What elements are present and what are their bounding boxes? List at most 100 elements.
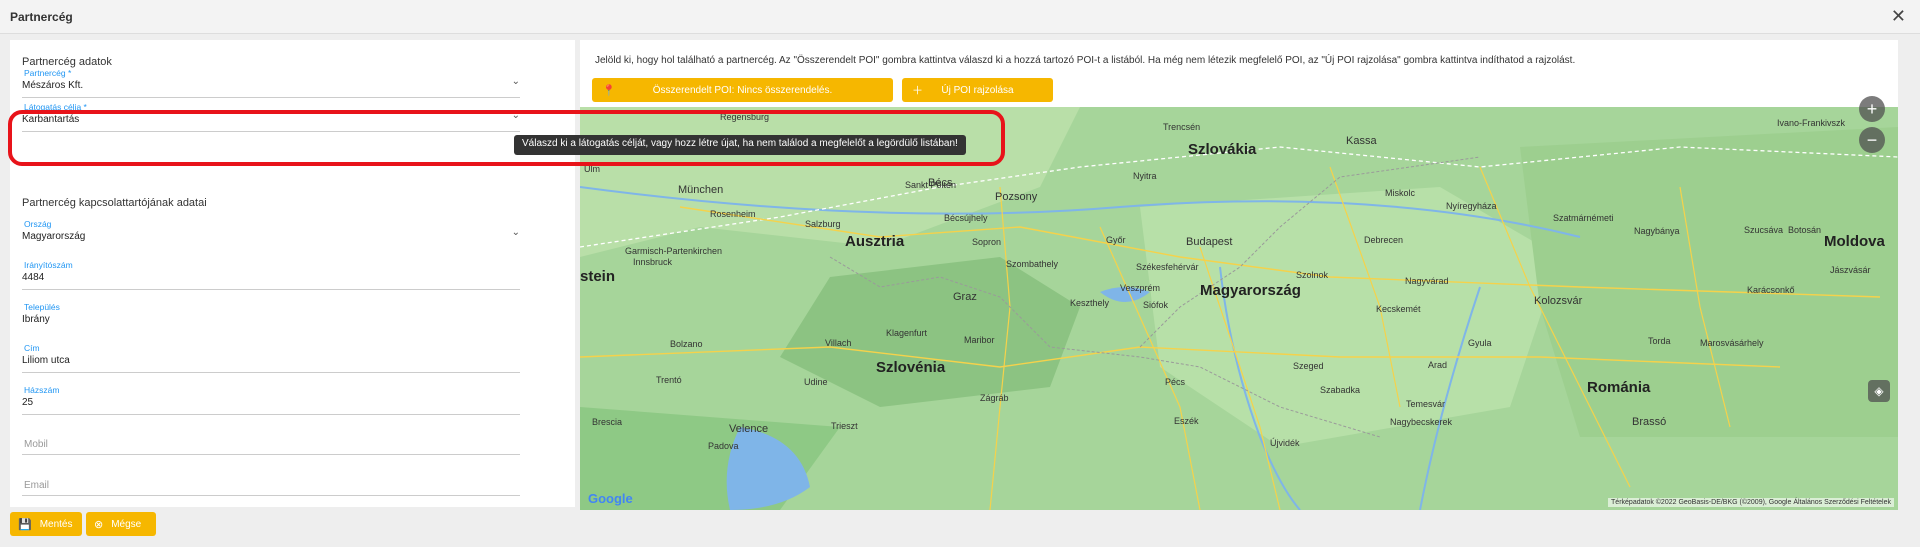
map-label-city: Botosán xyxy=(1788,225,1822,235)
google-logo: Google xyxy=(588,491,633,506)
window-title: Partnercég xyxy=(10,10,73,24)
map-label-city: Klagenfurt xyxy=(886,328,928,338)
partner-label: Partnercég * xyxy=(24,68,72,78)
map-label-city: Szeged xyxy=(1293,361,1324,371)
email-field[interactable]: Email xyxy=(22,466,520,496)
address-value: Liliom utca xyxy=(22,355,70,366)
visit-purpose-tooltip: Válaszd ki a látogatás célját, vagy hozz… xyxy=(514,135,966,155)
partner-value: Mészáros Kft. xyxy=(22,80,84,91)
map-label-city: Sankt Pölten xyxy=(905,180,957,190)
zip-label: Irányítószám xyxy=(24,260,73,270)
layers-icon[interactable]: ◈ xyxy=(1868,380,1890,402)
map-pin-icon: 📍 xyxy=(602,84,616,97)
map-label-city: Székesfehérvár xyxy=(1136,262,1199,272)
map-label-city: Szombathely xyxy=(1006,259,1059,269)
address-field[interactable]: Cím Liliom utca xyxy=(22,343,520,373)
assigned-poi-label: Összerendelt POI: Nincs összerendelés. xyxy=(652,84,833,96)
map-label-city: Gyula xyxy=(1468,338,1492,348)
map-label-city: Jászvásár xyxy=(1830,265,1871,275)
save-button[interactable]: 💾 Mentés xyxy=(10,512,82,536)
country-label: Ország xyxy=(24,219,52,229)
zoom-out-button[interactable]: − xyxy=(1859,127,1885,153)
map-view[interactable]: Szlovákia Ausztria Magyarország Szlovéni… xyxy=(580,107,1898,510)
plus-icon: ＋ xyxy=(912,85,923,97)
section-title-partner: Partnercég adatok xyxy=(22,56,112,68)
country-select[interactable]: Ország Magyarország ⌄ xyxy=(22,219,520,249)
map-label-city: Sopron xyxy=(972,237,1002,247)
map-label-city: Udine xyxy=(804,377,828,387)
map-label-city: Kecskemét xyxy=(1376,304,1421,314)
chevron-down-icon[interactable]: ⌄ xyxy=(512,76,520,87)
save-label: Mentés xyxy=(39,518,73,530)
email-placeholder: Email xyxy=(24,480,50,491)
map-label-city: Budapest xyxy=(1186,236,1233,248)
new-poi-label: Új POI rajzolása xyxy=(941,84,1014,96)
map-label-city: Karácsonkő xyxy=(1747,285,1795,295)
map-label-country: Moldova xyxy=(1824,233,1885,250)
map-label-city: Graz xyxy=(953,291,977,303)
map-label-city: Nyíregyháza xyxy=(1446,201,1497,211)
zip-field[interactable]: Irányítószám 4484 xyxy=(22,260,520,290)
map-label-city: Miskolc xyxy=(1385,188,1416,198)
city-value: Ibrány xyxy=(22,314,50,325)
map-label-city: Salzburg xyxy=(805,219,841,229)
map-label-city: Brescia xyxy=(592,417,623,427)
map-label-city: Pozsony xyxy=(995,191,1038,203)
map-label-city: Innsbruck xyxy=(633,257,673,267)
mobile-field[interactable]: Mobil xyxy=(22,425,520,455)
house-number-value: 25 xyxy=(22,397,34,408)
cancel-button[interactable]: ⊗ Mégse xyxy=(86,512,156,536)
map-label-city: Villach xyxy=(825,338,852,348)
map-label-city: Brassó xyxy=(1632,416,1667,428)
map-label-city: Szabadka xyxy=(1320,385,1361,395)
house-number-field[interactable]: Házszám 25 xyxy=(22,385,520,415)
new-poi-button[interactable]: ＋ Új POI rajzolása xyxy=(902,78,1053,102)
map-label-city: Ivano-Frankivszk xyxy=(1777,118,1846,128)
map-label-city: Trentó xyxy=(656,375,682,385)
map-instruction: Jelöld ki, hogy hol található a partnerc… xyxy=(595,55,1576,66)
partner-select[interactable]: Partnercég * Mészáros Kft. ⌄ xyxy=(22,68,520,98)
map-label-city: Trieszt xyxy=(831,421,858,431)
close-icon[interactable]: ✕ xyxy=(1891,6,1906,27)
map-label-city: Temesvár xyxy=(1406,399,1446,409)
map-background xyxy=(580,107,1898,510)
map-label-city: München xyxy=(678,184,724,196)
map-label-city: Nagybecskerek xyxy=(1390,417,1453,427)
map-label-city: Arad xyxy=(1428,360,1448,370)
map-label-city: Szolnok xyxy=(1296,270,1329,280)
map-label-city: Kassa xyxy=(1346,135,1377,147)
map-label-country: Románia xyxy=(1587,379,1651,396)
map-label-country: Magyarország xyxy=(1200,282,1301,299)
chevron-down-icon[interactable]: ⌄ xyxy=(512,227,520,238)
map-label-city: Trencsén xyxy=(1163,122,1201,132)
assigned-poi-button[interactable]: 📍 Összerendelt POI: Nincs összerendelés. xyxy=(592,78,893,102)
map-label-city: Nagyvárad xyxy=(1405,276,1449,286)
map-label-city: Bolzano xyxy=(670,339,703,349)
map-label-city: Padova xyxy=(708,441,739,451)
floppy-disk-icon: 💾 xyxy=(18,518,32,531)
map-label-city: Szucsáva xyxy=(1744,225,1784,235)
map-label-city: Velence xyxy=(729,423,769,435)
map-label-city: Újvidék xyxy=(1270,438,1300,448)
zoom-in-button[interactable]: + xyxy=(1859,96,1885,122)
map-label-city: Szatmárnémeti xyxy=(1553,213,1614,223)
mobile-placeholder: Mobil xyxy=(24,439,48,450)
zip-value: 4484 xyxy=(22,272,45,283)
cancel-label: Mégse xyxy=(111,518,142,530)
map-label-city: Marosvásárhely xyxy=(1700,338,1764,348)
map-label-city: Garmisch-Partenkirchen xyxy=(625,246,723,256)
map-label-city: Nagybánya xyxy=(1634,226,1680,236)
map-label-city: Maribor xyxy=(964,335,995,345)
map-label-city: Zágráb xyxy=(980,393,1009,403)
city-field[interactable]: Település Ibrány xyxy=(22,302,520,332)
map-attribution[interactable]: Térképadatok ©2022 GeoBasis-DE/BKG (©200… xyxy=(1608,498,1894,507)
address-label: Cím xyxy=(24,343,40,353)
map-label-city: Keszthely xyxy=(1070,298,1110,308)
map-label-city: Rosenheim xyxy=(710,209,756,219)
window-titlebar: Partnercég ✕ xyxy=(0,0,1920,34)
house-number-label: Házszám xyxy=(24,385,60,395)
city-label: Település xyxy=(24,302,60,312)
map-label-stein: stein xyxy=(580,268,616,285)
map-label-country: Ausztria xyxy=(845,233,905,250)
map-label-city: Debrecen xyxy=(1364,235,1404,245)
